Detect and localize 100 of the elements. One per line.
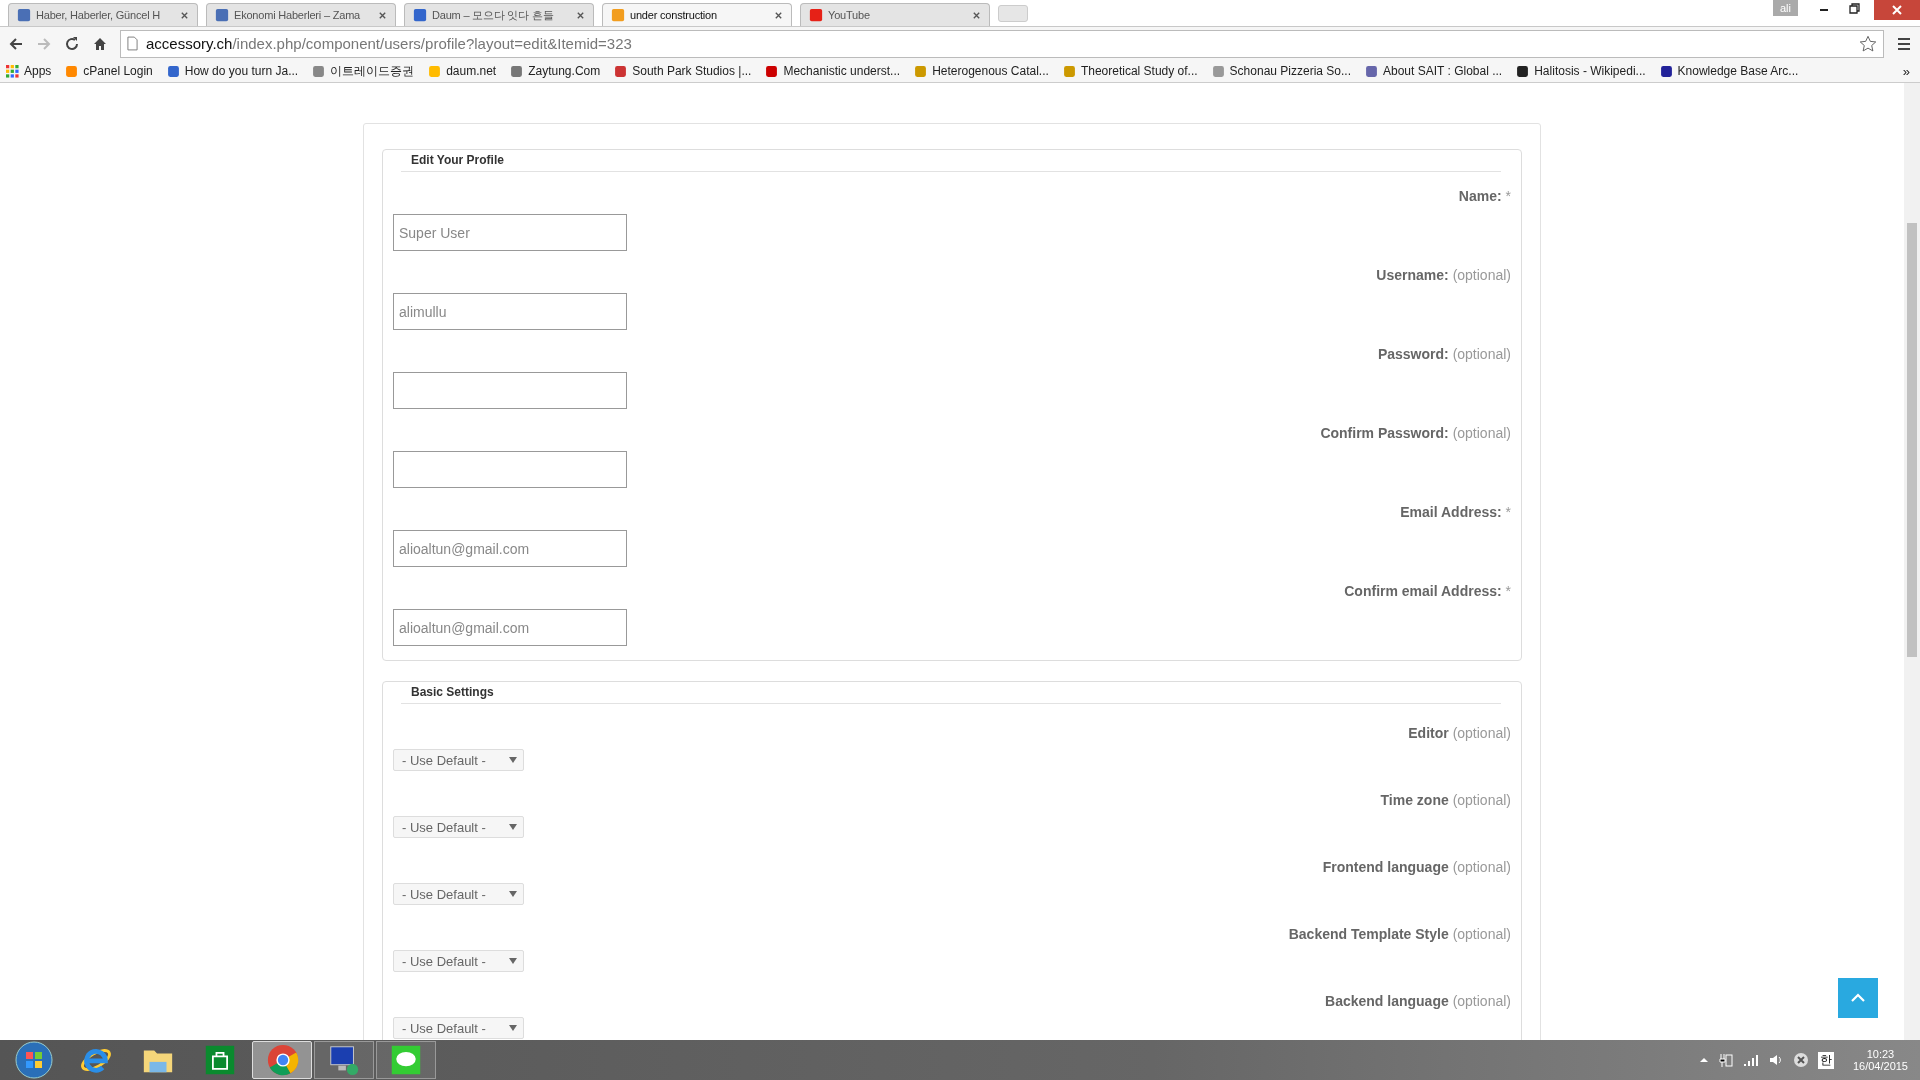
field-label: Username: (optional) bbox=[1375, 267, 1511, 283]
field-label: Confirm Password: (optional) bbox=[1319, 425, 1511, 441]
favicon-icon bbox=[510, 64, 524, 78]
clock-time[interactable]: 10:23 bbox=[1866, 1048, 1895, 1060]
fieldset-legend: Edit Your Profile bbox=[401, 153, 1501, 172]
field-label: Backend language (optional) bbox=[1324, 993, 1511, 1009]
caret-icon bbox=[509, 958, 517, 964]
caret-icon bbox=[509, 1025, 517, 1031]
dropdown-select[interactable]: - Use Default - bbox=[393, 1017, 524, 1039]
favicon-icon bbox=[614, 64, 628, 78]
chat-app-icon bbox=[390, 1044, 422, 1076]
text-field[interactable] bbox=[393, 372, 627, 409]
bookmark[interactable]: How do you turn Ja... bbox=[166, 64, 299, 78]
scrollbar[interactable] bbox=[1904, 83, 1920, 1040]
store-bag-icon bbox=[204, 1044, 236, 1076]
favicon-icon bbox=[17, 8, 31, 22]
show-hidden-icons-icon[interactable] bbox=[1698, 1055, 1709, 1065]
text-field[interactable]: alioaltun@gmail.com bbox=[393, 530, 627, 567]
close-icon[interactable] bbox=[576, 10, 585, 20]
browser-tab[interactable]: under construction bbox=[602, 3, 792, 26]
menu-icon[interactable] bbox=[1896, 35, 1912, 52]
speaker-icon[interactable] bbox=[1767, 1052, 1784, 1068]
field-label: Password: (optional) bbox=[1376, 346, 1511, 362]
browser-tab[interactable]: Ekonomi Haberleri – Zama bbox=[206, 3, 396, 26]
bookmark[interactable]: Knowledge Base Arc... bbox=[1659, 64, 1799, 78]
field-label: Editor (optional) bbox=[1407, 725, 1511, 741]
bookmark[interactable]: cPanel Login bbox=[65, 64, 153, 78]
bookmark[interactable]: Halitosis - Wikipedi... bbox=[1516, 64, 1646, 78]
text-field[interactable]: alimullu bbox=[393, 293, 627, 330]
browser-tab[interactable]: Daum – 모으다 잇다 흔들 bbox=[404, 3, 594, 26]
close-icon[interactable] bbox=[1874, 0, 1920, 20]
close-icon[interactable] bbox=[972, 10, 981, 20]
power-plug-icon[interactable] bbox=[1717, 1052, 1734, 1068]
favicon-icon bbox=[611, 8, 625, 22]
bookmark[interactable]: Heterogenous Catal... bbox=[914, 64, 1049, 78]
url-text: accessory.ch/index.php/component/users/profile?layout=edit&Itemid=323 bbox=[146, 35, 633, 52]
field-label: Time zone (optional) bbox=[1379, 792, 1511, 808]
monitor-icon bbox=[327, 1043, 361, 1077]
field-label: Name: * bbox=[1457, 188, 1511, 204]
bookmark[interactable]: Theoretical Study of... bbox=[1062, 64, 1198, 78]
more-bookmarks-button[interactable]: » bbox=[1902, 63, 1914, 79]
tab-title: YouTube bbox=[828, 9, 871, 21]
reload-icon[interactable] bbox=[64, 35, 80, 52]
bookmark[interactable]: Zaytung.Com bbox=[510, 64, 601, 78]
text-field[interactable]: alioaltun@gmail.com bbox=[393, 609, 627, 646]
back-icon[interactable] bbox=[8, 35, 24, 52]
clock-date[interactable]: 16/04/2015 bbox=[1852, 1060, 1908, 1072]
favicon-icon bbox=[166, 64, 180, 78]
tab-title: Ekonomi Haberleri – Zama bbox=[234, 9, 362, 21]
dropdown-select[interactable]: - Use Default - bbox=[393, 950, 524, 972]
caret-icon bbox=[509, 891, 517, 897]
signal-bars-icon[interactable] bbox=[1742, 1052, 1759, 1068]
star-icon[interactable] bbox=[1859, 34, 1877, 53]
browser-tab[interactable]: Haber, Haberler, Güncel H bbox=[8, 3, 198, 26]
favicon-icon bbox=[1365, 64, 1378, 78]
taskbar-button[interactable] bbox=[376, 1041, 436, 1079]
home-icon[interactable] bbox=[92, 35, 108, 52]
fieldset-legend: Basic Settings bbox=[401, 685, 1501, 704]
favicon-icon bbox=[312, 64, 326, 78]
address-bar[interactable]: accessory.ch/index.php/component/users/profile?layout=edit&Itemid=323 bbox=[120, 29, 1884, 58]
input-method-indicator[interactable]: 한 bbox=[1817, 1051, 1834, 1069]
favicon-icon bbox=[809, 8, 823, 22]
tab-title: Daum – 모으다 잇다 흔들 bbox=[432, 7, 555, 23]
favicon-icon bbox=[215, 8, 229, 22]
favicon-icon bbox=[1659, 64, 1673, 78]
browser-logo-icon bbox=[266, 1043, 300, 1077]
text-field[interactable] bbox=[393, 451, 627, 488]
favicon-icon bbox=[428, 64, 442, 78]
close-icon[interactable] bbox=[774, 10, 783, 20]
browser-tab[interactable]: YouTube bbox=[800, 3, 990, 26]
caret-icon bbox=[509, 824, 517, 830]
tab-title: Haber, Haberler, Güncel H bbox=[36, 9, 161, 21]
field-label: Email Address: * bbox=[1399, 504, 1511, 520]
favicon-icon bbox=[1516, 64, 1530, 78]
apps-grid-icon bbox=[6, 64, 19, 78]
close-icon[interactable] bbox=[378, 10, 387, 20]
bookmark[interactable]: South Park Studios |... bbox=[614, 64, 752, 78]
bookmark[interactable]: Schonau Pizzeria So... bbox=[1211, 64, 1351, 78]
bookmark[interactable]: Mechanistic underst... bbox=[765, 64, 901, 78]
bookmark[interactable]: 이트레이드증권 bbox=[312, 62, 415, 80]
cancel-circle-icon[interactable] bbox=[1792, 1052, 1809, 1068]
favicon-icon bbox=[765, 64, 779, 78]
favicon-icon bbox=[1211, 64, 1225, 78]
bookmark[interactable]: daum.net bbox=[428, 64, 497, 78]
start-orb-icon bbox=[14, 1040, 54, 1080]
favicon-icon bbox=[65, 64, 79, 78]
page-icon bbox=[127, 36, 138, 51]
favicon-icon bbox=[413, 8, 427, 22]
bookmark[interactable]: About SAIT : Global ... bbox=[1365, 64, 1503, 78]
dropdown-select[interactable]: - Use Default - bbox=[393, 883, 524, 905]
favicon-icon bbox=[1062, 64, 1076, 78]
favicon-icon bbox=[914, 64, 928, 78]
field-label: Frontend language (optional) bbox=[1321, 859, 1511, 875]
taskbar-button[interactable] bbox=[314, 1041, 374, 1079]
text-field[interactable]: Super User bbox=[393, 214, 627, 251]
dropdown-select[interactable]: - Use Default - bbox=[393, 749, 524, 771]
field-label: Backend Template Style (optional) bbox=[1287, 926, 1511, 942]
bookmark[interactable]: Apps bbox=[6, 64, 52, 78]
dropdown-select[interactable]: - Use Default - bbox=[393, 816, 524, 838]
close-icon[interactable] bbox=[180, 10, 189, 20]
